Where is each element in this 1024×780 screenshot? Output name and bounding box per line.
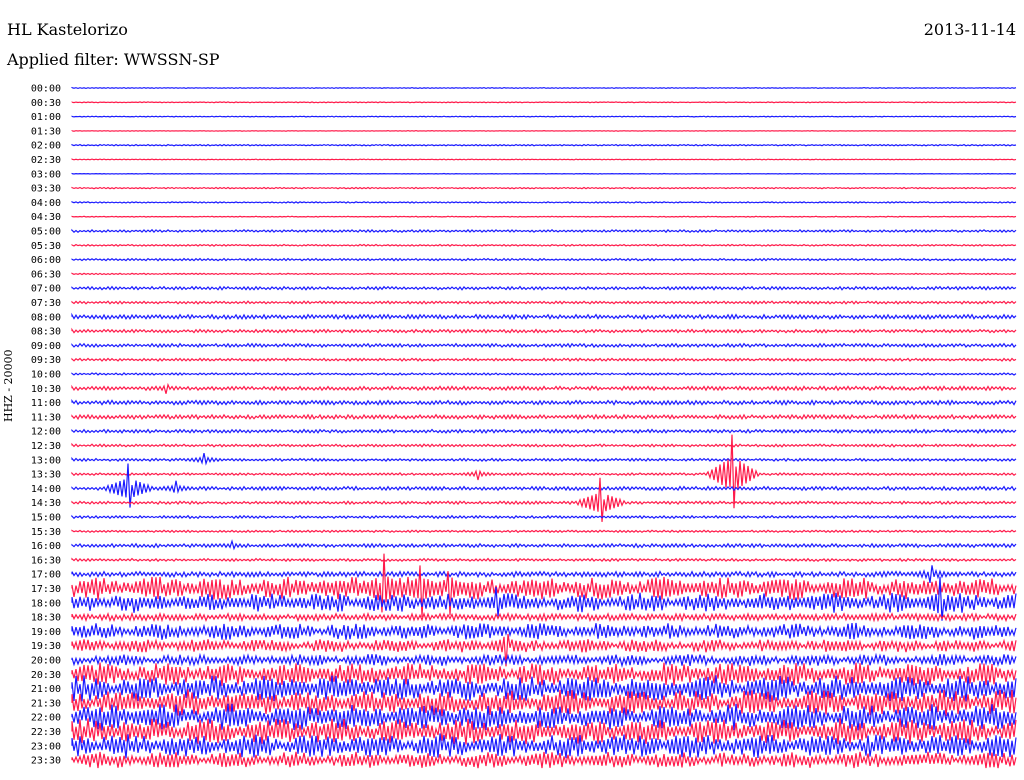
- seismic-trace: [71, 452, 1017, 466]
- seismic-trace: [71, 312, 1017, 321]
- seismic-trace: [71, 201, 1017, 204]
- time-tick-label: 10:00: [31, 370, 61, 381]
- seismic-trace: [71, 652, 1017, 668]
- seismic-trace: [71, 382, 1017, 394]
- seismic-trace: [71, 514, 1017, 520]
- time-tick-label: 05:00: [31, 227, 61, 238]
- time-tick-label: 16:00: [31, 541, 61, 552]
- seismic-trace: [71, 622, 1017, 640]
- seismic-trace: [71, 463, 1017, 508]
- time-tick-label: 11:00: [31, 398, 61, 409]
- time-tick-label: 17:30: [31, 584, 61, 595]
- time-tick-label: 08:30: [31, 327, 61, 338]
- time-tick-label: 19:30: [31, 641, 61, 652]
- time-tick-label: 09:00: [31, 341, 61, 352]
- time-tick-label: 09:30: [31, 355, 61, 366]
- time-tick-label: 19:00: [31, 627, 61, 638]
- time-tick-label: 12:00: [31, 427, 61, 438]
- seismic-trace: [71, 129, 1017, 132]
- seismic-trace: [71, 172, 1017, 175]
- seismic-trace: [71, 101, 1017, 104]
- seismic-trace: [71, 186, 1017, 190]
- time-tick-label: 04:30: [31, 212, 61, 223]
- time-tick-label: 01:00: [31, 112, 61, 123]
- seismic-trace: [71, 477, 1017, 522]
- time-tick-label: 15:30: [31, 527, 61, 538]
- seismic-trace: [71, 751, 1017, 769]
- time-tick-label: 13:30: [31, 470, 61, 481]
- seismic-trace: [71, 215, 1017, 218]
- time-tick-label: 14:30: [31, 498, 61, 509]
- seismic-trace: [71, 565, 1017, 584]
- time-tick-label: 08:00: [31, 312, 61, 323]
- time-tick-label: 03:00: [31, 169, 61, 180]
- time-tick-label: 07:30: [31, 298, 61, 309]
- time-tick-label: 05:30: [31, 241, 61, 252]
- time-tick-label: 06:30: [31, 269, 61, 280]
- seismic-trace: [71, 611, 1017, 623]
- seismic-trace: [71, 327, 1017, 334]
- time-tick-label: 02:30: [31, 155, 61, 166]
- seismic-trace: [71, 257, 1017, 262]
- seismic-trace: [71, 228, 1017, 234]
- time-tick-label: 02:00: [31, 141, 61, 152]
- time-tick-label: 03:30: [31, 184, 61, 195]
- time-tick-label: 20:00: [31, 656, 61, 667]
- time-tick-label: 16:30: [31, 555, 61, 566]
- time-tick-label: 06:00: [31, 255, 61, 266]
- time-tick-label: 07:00: [31, 284, 61, 295]
- seismic-trace: [71, 158, 1017, 161]
- time-tick-label: 17:00: [31, 570, 61, 581]
- seismic-trace: [71, 115, 1017, 118]
- time-tick-label: 15:00: [31, 513, 61, 524]
- seismic-trace: [71, 86, 1017, 90]
- time-tick-label: 14:00: [31, 484, 61, 495]
- seismic-trace: [71, 243, 1017, 247]
- time-tick-label: 00:30: [31, 98, 61, 109]
- time-tick-label: 10:30: [31, 384, 61, 395]
- time-tick-label: 01:30: [31, 126, 61, 137]
- seismic-trace: [71, 428, 1017, 434]
- time-tick-label: 18:00: [31, 598, 61, 609]
- seismic-trace: [71, 399, 1017, 407]
- time-tick-label: 22:00: [31, 713, 61, 724]
- seismic-trace: [71, 143, 1017, 147]
- seismic-trace: [71, 539, 1017, 551]
- time-tick-label: 11:30: [31, 412, 61, 423]
- trace-group: [71, 86, 1017, 769]
- time-tick-label: 00:00: [31, 84, 61, 95]
- seismic-trace: [71, 272, 1017, 276]
- time-tick-label: 23:30: [31, 756, 61, 767]
- seismic-trace: [71, 357, 1017, 362]
- seismic-trace: [71, 557, 1017, 563]
- time-tick-label: 20:30: [31, 670, 61, 681]
- seismic-trace: [71, 529, 1017, 534]
- time-tick-label: 13:00: [31, 455, 61, 466]
- helicorder-plot: 00:00 00:30 01:00 01:30 02:00 02:30 03:00 03:30…: [31, 84, 1017, 769]
- seismic-trace: [71, 342, 1017, 349]
- time-tick-label: 23:00: [31, 741, 61, 752]
- seismic-trace: [71, 442, 1017, 448]
- seismic-trace: [71, 413, 1017, 421]
- time-tick-label: 21:30: [31, 698, 61, 709]
- time-tick-label: 12:30: [31, 441, 61, 452]
- time-tick-label: 21:00: [31, 684, 61, 695]
- time-tick-label: 22:30: [31, 727, 61, 738]
- time-tick-label: 18:30: [31, 613, 61, 624]
- time-tick-label: 04:00: [31, 198, 61, 209]
- seismic-trace: [71, 285, 1017, 291]
- seismic-trace: [71, 372, 1017, 376]
- tick-labels: 00:00 00:30 01:00 01:30 02:00 02:30 03:00 03:30…: [31, 84, 61, 767]
- seismic-trace: [71, 300, 1017, 305]
